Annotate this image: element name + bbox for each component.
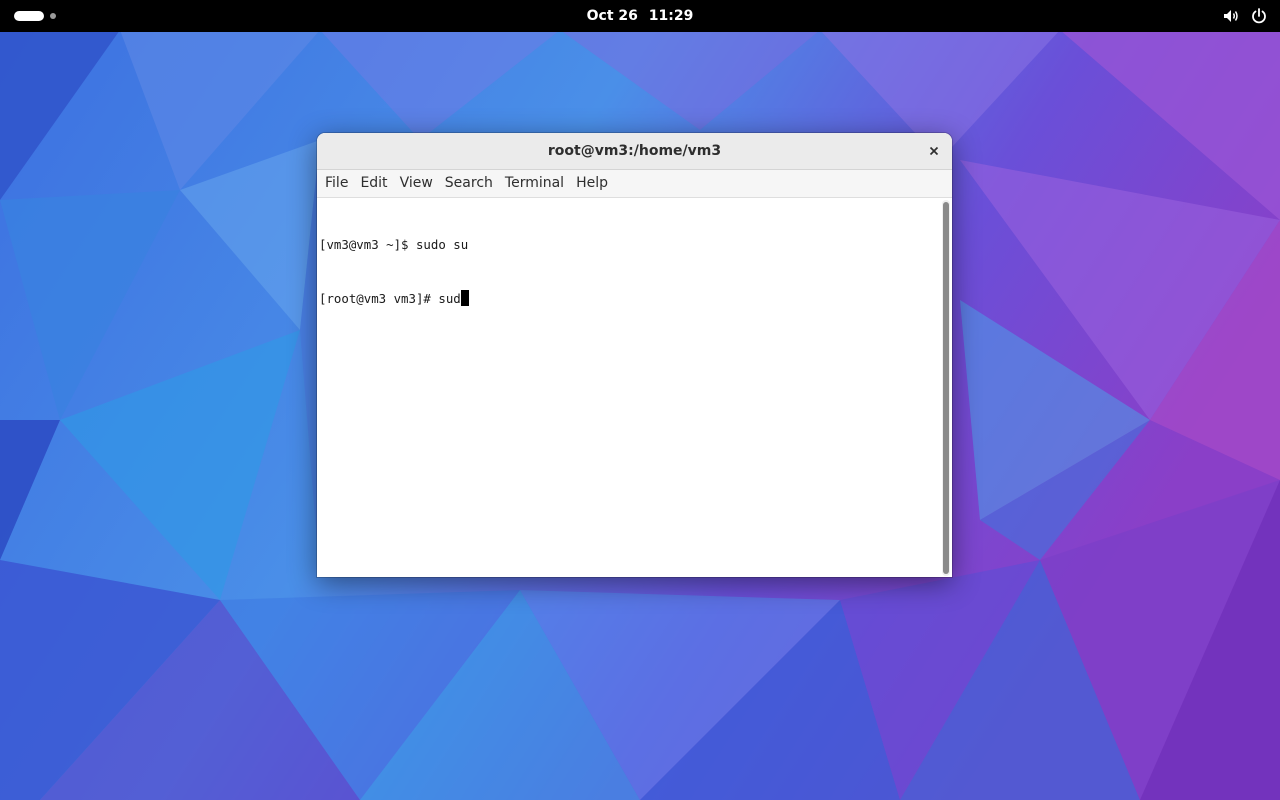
menu-view[interactable]: View <box>395 170 438 197</box>
terminal-output[interactable]: [vm3@vm3 ~]$ sudo su [root@vm3 vm3]# sud <box>317 198 952 577</box>
clock[interactable]: Oct 26 11:29 <box>540 0 740 32</box>
menu-search[interactable]: Search <box>440 170 498 197</box>
workspace-indicator-inactive <box>50 13 56 19</box>
menu-bar: File Edit View Search Terminal Help <box>317 170 952 198</box>
terminal-line-text: [root@vm3 vm3]# sud <box>319 291 461 306</box>
terminal-text: [vm3@vm3 ~]$ sudo su [root@vm3 vm3]# sud <box>319 200 469 344</box>
scrollbar-thumb[interactable] <box>943 202 949 574</box>
volume-icon[interactable] <box>1222 7 1240 25</box>
terminal-scrollbar[interactable] <box>942 200 950 576</box>
window-title: root@vm3:/home/vm3 <box>547 143 722 159</box>
menu-help[interactable]: Help <box>571 170 613 197</box>
terminal-window[interactable]: root@vm3:/home/vm3 File Edit View Search… <box>317 133 952 577</box>
close-button[interactable] <box>924 141 944 161</box>
clock-time: 11:29 <box>648 8 694 24</box>
terminal-line: [vm3@vm3 ~]$ sudo su <box>319 237 469 252</box>
power-icon[interactable] <box>1250 7 1268 25</box>
workspace-indicator-active <box>14 11 44 21</box>
terminal-line-current: [root@vm3 vm3]# sud <box>319 290 469 308</box>
system-tray[interactable] <box>1222 7 1268 25</box>
menu-file[interactable]: File <box>320 170 353 197</box>
window-titlebar[interactable]: root@vm3:/home/vm3 <box>317 133 952 170</box>
activities-button[interactable] <box>14 11 64 21</box>
text-cursor <box>460 290 469 306</box>
top-bar: Oct 26 11:29 <box>0 0 1280 32</box>
menu-edit[interactable]: Edit <box>355 170 392 197</box>
desktop: Oct 26 11:29 root@vm3:/home/vm3 File Edi… <box>0 0 1280 800</box>
menu-terminal[interactable]: Terminal <box>500 170 569 197</box>
clock-date: Oct 26 <box>586 8 638 24</box>
close-icon <box>929 146 939 156</box>
